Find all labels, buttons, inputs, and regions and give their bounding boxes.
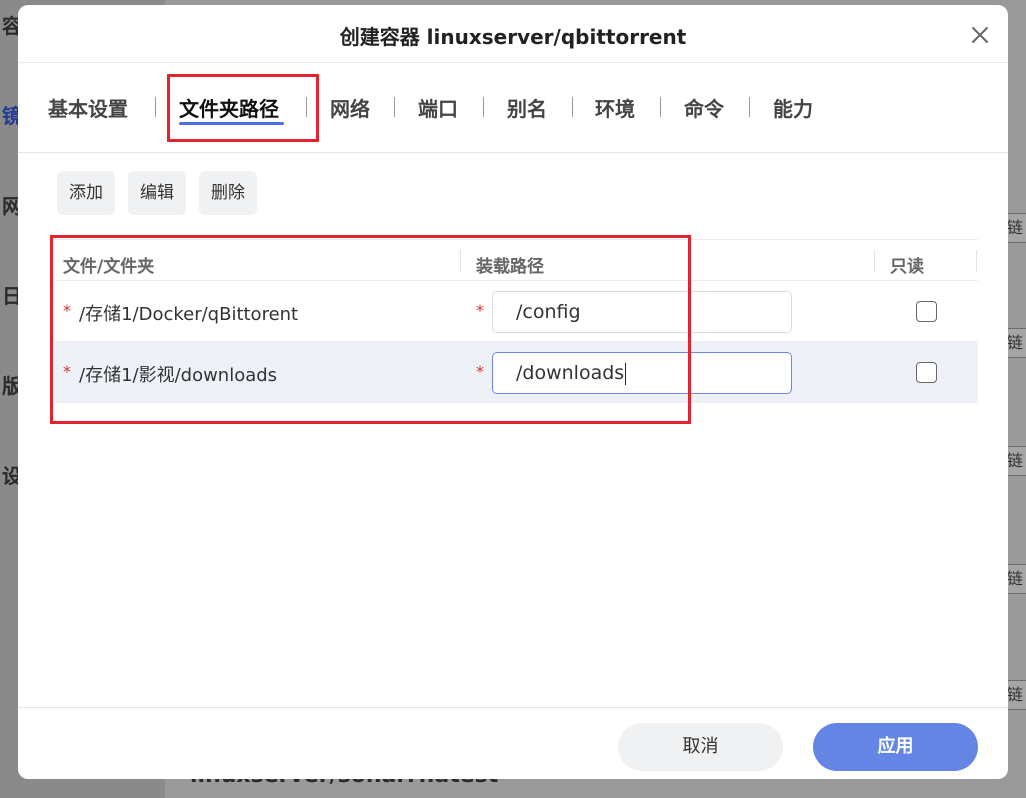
dialog-header: 创建容器 linuxserver/qbittorrent bbox=[18, 5, 1008, 63]
column-divider bbox=[460, 250, 461, 272]
table-header: 文件/文件夹 装载路径 只读 bbox=[55, 239, 978, 281]
table-row: * /存储1/影视/downloads * /downloads bbox=[55, 342, 978, 403]
text-cursor bbox=[625, 362, 627, 385]
tab-network[interactable]: 网络 bbox=[330, 93, 370, 122]
mount-path-value: /downloads bbox=[516, 362, 625, 384]
readonly-checkbox[interactable] bbox=[916, 301, 937, 322]
tab-divider bbox=[306, 97, 307, 117]
mount-path-value: /config bbox=[516, 301, 581, 323]
create-container-dialog: 创建容器 linuxserver/qbittorrent 基本设置 文件夹路径 … bbox=[18, 5, 1008, 779]
required-marker: * bbox=[63, 301, 71, 320]
mount-path-input[interactable]: /config bbox=[492, 291, 792, 333]
column-header-mount-path: 装载路径 bbox=[476, 257, 544, 277]
tab-divider bbox=[572, 97, 573, 117]
active-tab-indicator bbox=[179, 122, 284, 125]
close-button[interactable] bbox=[968, 23, 992, 47]
cancel-button[interactable]: 取消 bbox=[618, 723, 783, 771]
column-divider bbox=[976, 250, 977, 272]
apply-button[interactable]: 应用 bbox=[813, 723, 978, 771]
edit-button[interactable]: 编辑 bbox=[128, 171, 186, 215]
tab-bar: 基本设置 文件夹路径 网络 端口 别名 环境 命令 能力 bbox=[18, 63, 1008, 153]
dialog-title: 创建容器 linuxserver/qbittorrent bbox=[339, 25, 687, 49]
column-header-readonly: 只读 bbox=[890, 257, 924, 277]
dialog-footer: 取消 应用 bbox=[18, 707, 1008, 779]
required-marker: * bbox=[476, 301, 484, 320]
tab-capabilities[interactable]: 能力 bbox=[773, 93, 813, 122]
file-path-cell: /存储1/影视/downloads bbox=[79, 365, 278, 386]
table-row: * /存储1/Docker/qBittorent * /config bbox=[55, 281, 978, 342]
add-button[interactable]: 添加 bbox=[57, 171, 115, 215]
tab-command[interactable]: 命令 bbox=[684, 93, 724, 122]
tab-divider bbox=[394, 97, 395, 117]
required-marker: * bbox=[63, 362, 71, 381]
delete-button[interactable]: 删除 bbox=[199, 171, 257, 215]
tab-folder-path[interactable]: 文件夹路径 bbox=[179, 93, 279, 122]
required-marker: * bbox=[476, 362, 484, 381]
tab-alias[interactable]: 别名 bbox=[507, 93, 547, 122]
file-path-cell: /存储1/Docker/qBittorent bbox=[79, 304, 299, 325]
mount-path-input[interactable]: /downloads bbox=[492, 352, 792, 394]
tab-environment[interactable]: 环境 bbox=[595, 93, 635, 122]
tab-ports[interactable]: 端口 bbox=[418, 93, 458, 122]
readonly-checkbox[interactable] bbox=[916, 362, 937, 383]
tab-divider bbox=[483, 97, 484, 117]
close-icon bbox=[972, 27, 988, 43]
tab-divider bbox=[749, 97, 750, 117]
tab-divider bbox=[660, 97, 661, 117]
column-header-file: 文件/文件夹 bbox=[63, 257, 155, 277]
column-divider bbox=[874, 250, 875, 272]
tab-divider bbox=[155, 97, 156, 117]
tab-basic-settings[interactable]: 基本设置 bbox=[48, 93, 128, 122]
